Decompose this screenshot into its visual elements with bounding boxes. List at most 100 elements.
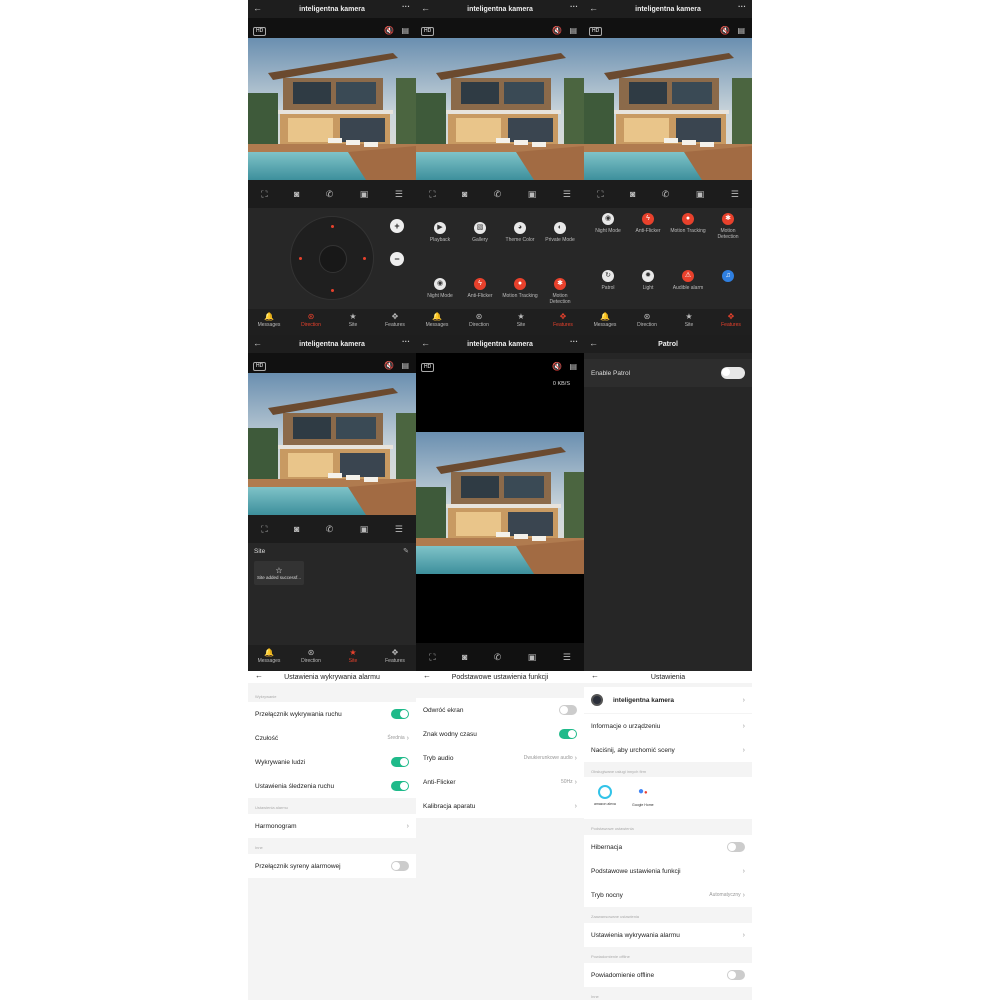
quality-icon[interactable]: ☰ <box>395 189 403 200</box>
joystick-center[interactable] <box>319 245 347 273</box>
ptz-joystick[interactable] <box>290 216 374 300</box>
hd-badge[interactable]: HD <box>253 362 267 371</box>
night-mode-row[interactable]: Tryb nocny Automatyczny › <box>584 883 752 907</box>
settings-row[interactable]: Anti-Flicker 50Hz › <box>416 770 584 794</box>
feature-pin[interactable]: ● Motion Tracking <box>502 278 538 299</box>
mute-icon[interactable]: 🔇 <box>384 26 394 35</box>
feature-eye[interactable]: ◉ Night Mode <box>422 278 458 299</box>
settings-row[interactable]: Czułość Średnia › <box>248 726 416 750</box>
quality-icon[interactable]: ☰ <box>563 652 571 663</box>
nav-features[interactable]: ✥ Features <box>543 312 583 328</box>
mute-icon[interactable]: 🔇 <box>552 362 562 371</box>
storage-icon[interactable]: ▤ <box>401 26 409 35</box>
back-button[interactable]: ← <box>423 671 431 680</box>
nav-direction[interactable]: ⊛ Direction <box>291 648 331 664</box>
toggle-switch[interactable] <box>559 729 577 739</box>
toggle-switch[interactable] <box>391 757 409 767</box>
nav-site[interactable]: ★ Site <box>501 312 541 328</box>
nav-messages[interactable]: 🔔 Messages <box>249 648 289 664</box>
more-button[interactable]: ··· <box>738 2 746 11</box>
site-card[interactable]: ☆ Site added successf... <box>254 561 304 585</box>
record-icon[interactable]: ▣ <box>528 189 537 200</box>
back-button[interactable]: ← <box>253 3 262 13</box>
alexa-service[interactable]: amazon alexa <box>594 785 616 806</box>
enable-patrol-toggle[interactable] <box>721 367 745 379</box>
screenshot-icon[interactable]: ◙ <box>294 189 299 199</box>
video-view[interactable]: HD 🔇 ▤ <box>248 18 416 180</box>
feature-motion[interactable]: ✱ Motion Detection <box>710 213 746 240</box>
nav-direction[interactable]: ⊛ Direction <box>291 312 331 328</box>
mute-icon[interactable]: 🔇 <box>552 26 562 35</box>
feature-flash[interactable]: ϟ Anti-Flicker <box>462 278 498 299</box>
hd-badge[interactable]: HD <box>421 27 435 36</box>
storage-icon[interactable]: ▤ <box>737 26 745 35</box>
edit-icon[interactable]: ✎ <box>403 547 409 555</box>
storage-icon[interactable]: ▤ <box>569 362 577 371</box>
nav-features[interactable]: ✥ Features <box>375 648 415 664</box>
video-view[interactable]: HD 🔇 ▤ <box>584 18 752 180</box>
call-icon[interactable]: ✆ <box>326 189 334 200</box>
feature-eye[interactable]: ◉ Night Mode <box>590 213 626 234</box>
fullscreen-icon[interactable]: ⛶ <box>597 189 603 200</box>
feature-motion[interactable]: ✱ Motion Detection <box>542 278 578 305</box>
nav-features[interactable]: ✥ Features <box>711 312 751 328</box>
joystick-up[interactable] <box>331 225 334 228</box>
back-button[interactable]: ← <box>591 671 599 680</box>
back-button[interactable]: ← <box>589 3 598 13</box>
alarm-settings-row[interactable]: Ustawienia wykrywania alarmu › <box>584 923 752 947</box>
toggle-switch[interactable] <box>559 705 577 715</box>
back-button[interactable]: ← <box>255 671 263 680</box>
nav-messages[interactable]: 🔔 Messages <box>249 312 289 328</box>
hd-badge[interactable]: HD <box>421 363 435 372</box>
screenshot-icon[interactable]: ◙ <box>294 524 299 534</box>
nav-site[interactable]: ★ Site <box>333 648 373 664</box>
nav-direction[interactable]: ⊛ Direction <box>459 312 499 328</box>
siren-toggle[interactable] <box>391 861 409 871</box>
back-button[interactable]: ← <box>421 3 430 13</box>
settings-row[interactable]: Tryb audio Dwukierunkowe audio › <box>416 746 584 770</box>
toggle-switch[interactable] <box>391 781 409 791</box>
nav-messages[interactable]: 🔔 Messages <box>585 312 625 328</box>
screenshot-icon[interactable]: ◙ <box>462 189 467 199</box>
fullscreen-icon[interactable]: ⛶ <box>261 524 267 535</box>
feature-cry[interactable]: ♫ <box>710 270 746 285</box>
fullscreen-icon[interactable]: ⛶ <box>429 652 435 663</box>
mute-icon[interactable]: 🔇 <box>384 361 394 370</box>
call-icon[interactable]: ✆ <box>494 652 502 663</box>
feature-pin[interactable]: ● Motion Tracking <box>670 213 706 234</box>
hd-badge[interactable]: HD <box>589 27 603 36</box>
more-button[interactable]: ··· <box>402 337 410 346</box>
joystick-right[interactable] <box>363 257 366 260</box>
feature-flash[interactable]: ϟ Anti-Flicker <box>630 213 666 234</box>
quality-icon[interactable]: ☰ <box>395 524 403 535</box>
feature-play[interactable]: ▶ Playback <box>422 222 458 243</box>
feature-palette[interactable]: ◕ Theme Color <box>502 222 538 243</box>
nav-site[interactable]: ★ Site <box>669 312 709 328</box>
nav-direction[interactable]: ⊛ Direction <box>627 312 667 328</box>
schedule-row[interactable]: Harmonogram › <box>248 814 416 838</box>
google-home-service[interactable]: ●● Google Home <box>632 785 654 807</box>
feature-patrol[interactable]: ↻ Patrol <box>590 270 626 291</box>
record-icon[interactable]: ▣ <box>360 189 369 200</box>
call-icon[interactable]: ✆ <box>326 524 334 535</box>
feature-alarm[interactable]: ⚠ Audible alarm <box>670 270 706 291</box>
more-button[interactable]: ··· <box>402 2 410 11</box>
back-button[interactable]: ← <box>589 338 598 348</box>
mute-icon[interactable]: 🔇 <box>720 26 730 35</box>
fullscreen-icon[interactable]: ⛶ <box>261 189 267 200</box>
basic-functions-row[interactable]: Podstawowe ustawienia funkcji › <box>584 859 752 883</box>
record-icon[interactable]: ▣ <box>696 189 705 200</box>
nav-site[interactable]: ★ Site <box>333 312 373 328</box>
hibernation-toggle[interactable] <box>727 842 745 852</box>
nav-messages[interactable]: 🔔 Messages <box>417 312 457 328</box>
device-row[interactable]: inteligentna kamera › <box>584 687 752 713</box>
storage-icon[interactable]: ▤ <box>569 26 577 35</box>
scene-row[interactable]: Naciśnij, aby urchomić sceny › <box>584 738 752 762</box>
offline-toggle[interactable] <box>727 970 745 980</box>
feature-shield[interactable]: ◐ Private Mode <box>542 222 578 243</box>
hd-badge[interactable]: HD <box>253 27 267 36</box>
joystick-left[interactable] <box>299 257 302 260</box>
back-button[interactable]: ← <box>253 338 262 348</box>
storage-icon[interactable]: ▤ <box>401 361 409 370</box>
quality-icon[interactable]: ☰ <box>563 189 571 200</box>
